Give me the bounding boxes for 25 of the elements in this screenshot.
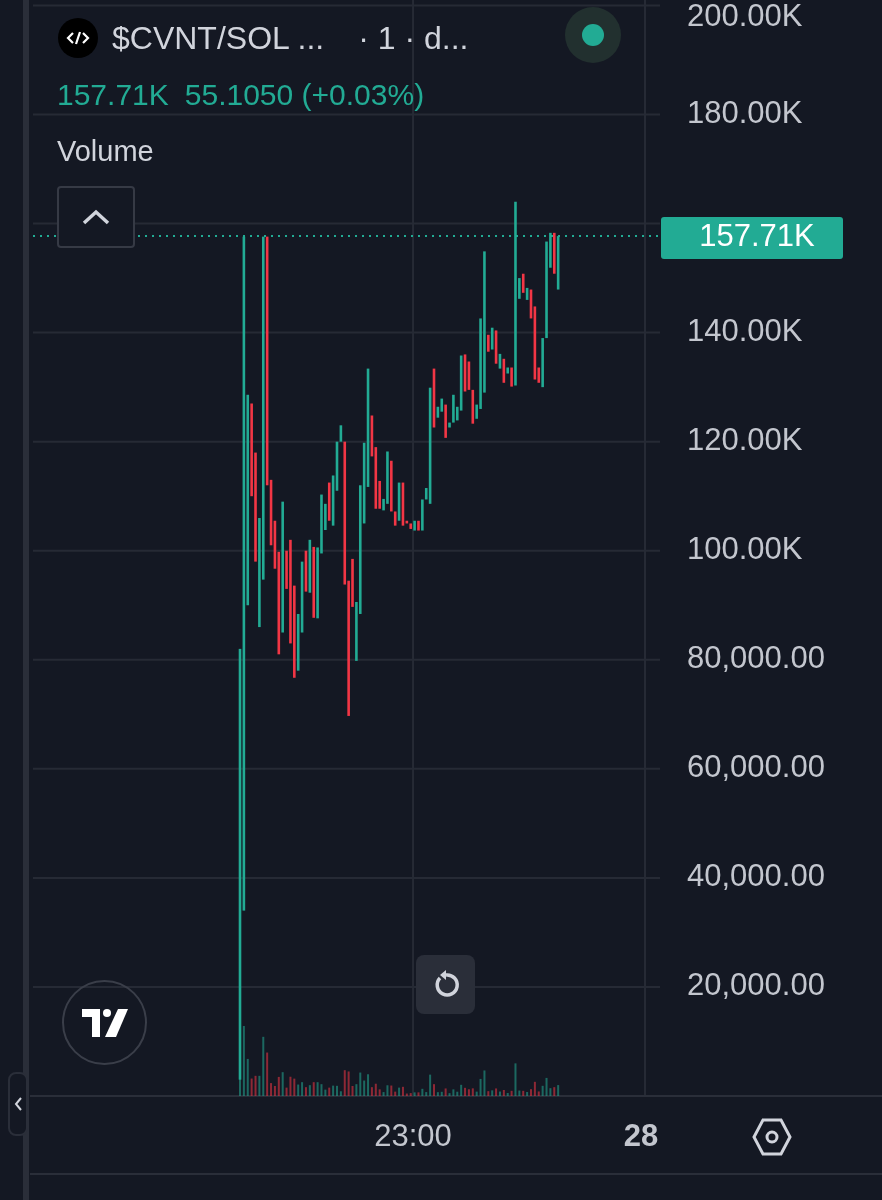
chevron-left-icon <box>14 1097 22 1111</box>
axis-label: 200.00K <box>687 0 803 34</box>
axis-label: 28 <box>623 1118 659 1154</box>
indicator-label: Volume <box>57 134 154 169</box>
settings-icon <box>752 1118 792 1156</box>
logo-icon <box>58 18 98 58</box>
symbol-title[interactable]: $CVNT/SOL ... <box>112 14 325 62</box>
reset-button[interactable] <box>416 955 475 1014</box>
axis-label: 40,000.00 <box>687 858 825 894</box>
price-value: 157.71K <box>57 77 169 113</box>
axis-label: 20,000.00 <box>687 967 825 1003</box>
interval-label[interactable]: · 1 · d... <box>358 14 469 62</box>
axis-label: 23:00 <box>374 1118 452 1154</box>
axis-label: 120.00K <box>687 421 803 457</box>
axis-label: 80,000.00 <box>687 639 825 675</box>
axis-label: 180.00K <box>687 94 803 130</box>
price-label: 157.71K <box>661 217 843 260</box>
axis-label: 140.00K <box>687 312 803 348</box>
sidebar-toggle[interactable] <box>8 1072 28 1136</box>
chevron-up-icon <box>81 209 111 225</box>
axis-label: 100.00K <box>687 530 803 566</box>
brand-logo-icon[interactable] <box>62 980 147 1065</box>
collapse-button[interactable] <box>57 186 135 248</box>
price-change: 55.1050 (+0.03%) <box>184 77 425 113</box>
axis-label: 60,000.00 <box>687 749 825 784</box>
